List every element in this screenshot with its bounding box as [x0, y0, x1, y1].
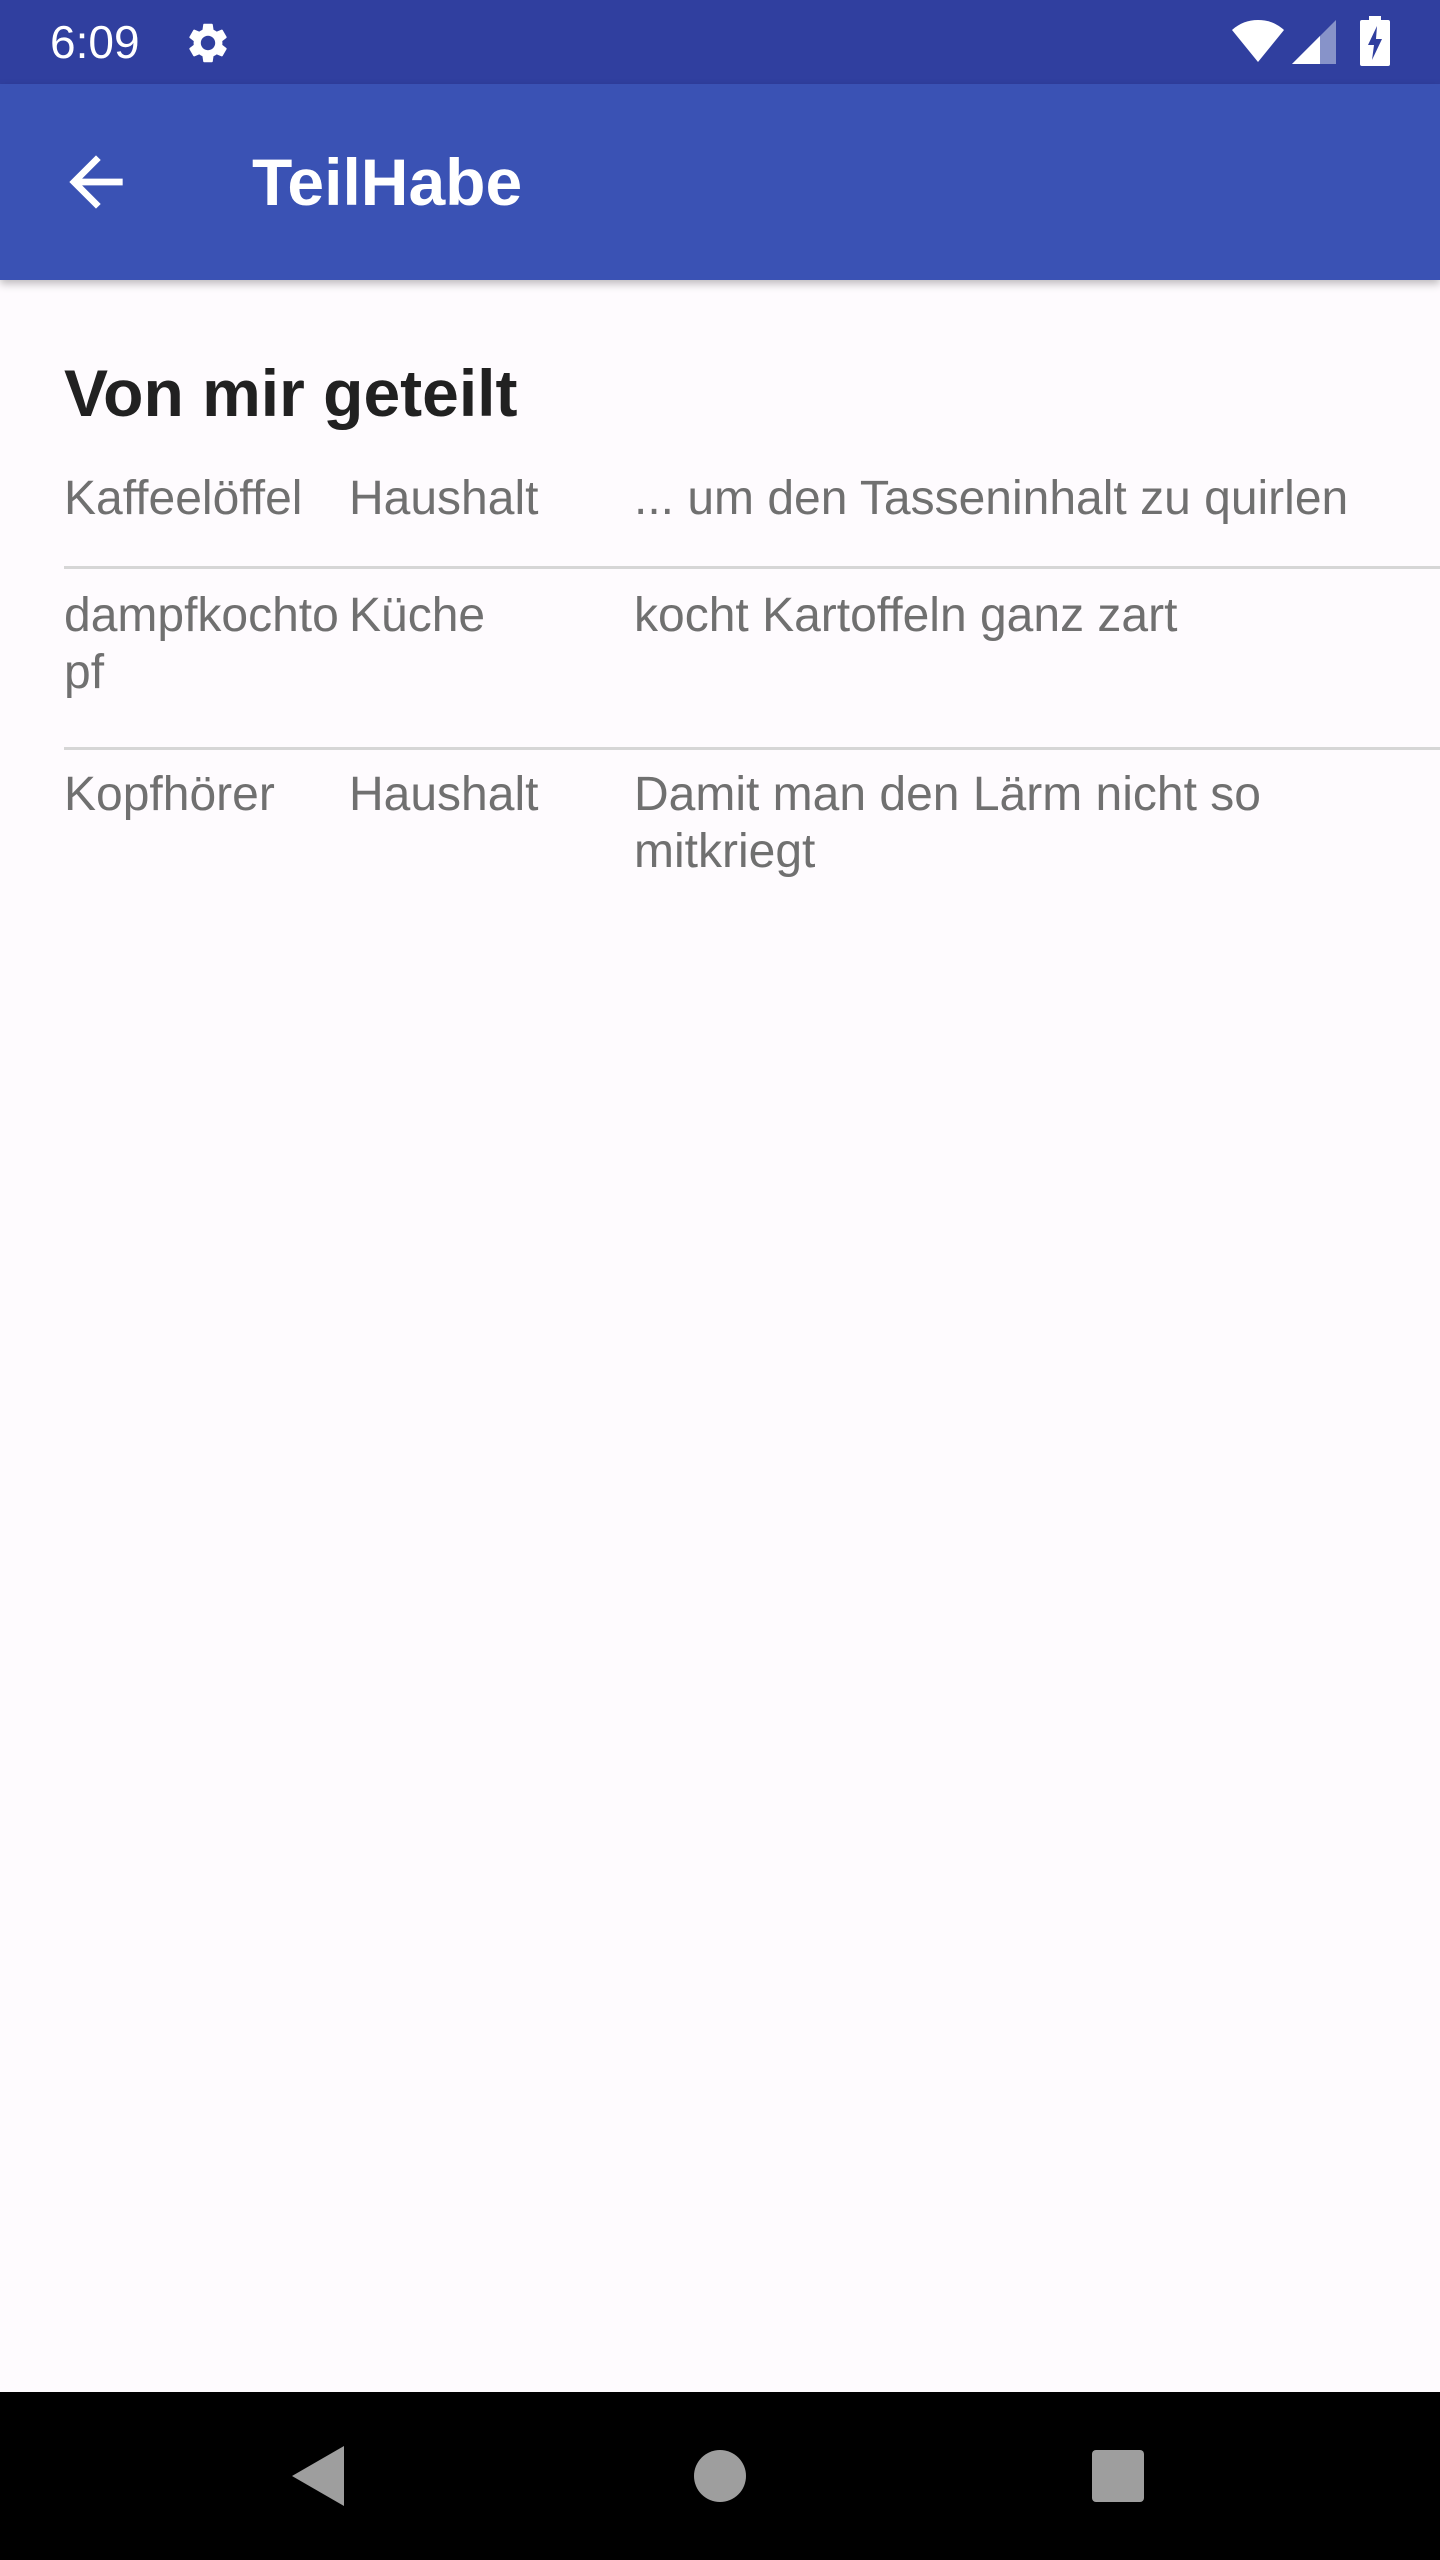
back-button[interactable]: [56, 142, 136, 222]
section-title: Von mir geteilt: [64, 356, 518, 430]
list-item[interactable]: Kaffeelöffel Haushalt ... um den Tasseni…: [64, 470, 1440, 569]
list-item[interactable]: dampfkochtopf Küche kocht Kartoffeln gan…: [64, 569, 1440, 750]
nav-recents-icon[interactable]: [1092, 2450, 1144, 2502]
arrow-left-icon: [69, 155, 123, 209]
list-item[interactable]: Kopfhörer Haushalt Damit man den Lärm ni…: [64, 750, 1440, 920]
status-time: 6:09: [50, 16, 140, 68]
item-description: ... um den Tasseninhalt zu quirlen: [634, 472, 1349, 525]
status-bar: 6:09: [0, 0, 1440, 84]
item-category: Haushalt: [349, 472, 539, 525]
app-bar: TeilHabe: [0, 84, 1440, 280]
item-name: dampfkochtopf: [64, 589, 339, 699]
battery-charging-icon: [1360, 16, 1390, 66]
item-name: Kopfhörer: [64, 768, 275, 821]
nav-back-icon[interactable]: [288, 2444, 348, 2508]
navigation-bar: [0, 2392, 1440, 2560]
gear-icon: [189, 23, 227, 63]
item-category: Haushalt: [349, 768, 539, 821]
item-description: kocht Kartoffeln ganz zart: [634, 589, 1178, 642]
signal-icon: [1292, 20, 1336, 64]
item-category: Küche: [349, 589, 486, 642]
item-name: Kaffeelöffel: [64, 472, 303, 525]
item-description: Damit man den Lärm nicht so mitkriegt: [634, 768, 1261, 878]
wifi-icon: [1232, 20, 1284, 62]
nav-home-icon[interactable]: [694, 2450, 746, 2502]
app-title: TeilHabe: [252, 145, 523, 219]
